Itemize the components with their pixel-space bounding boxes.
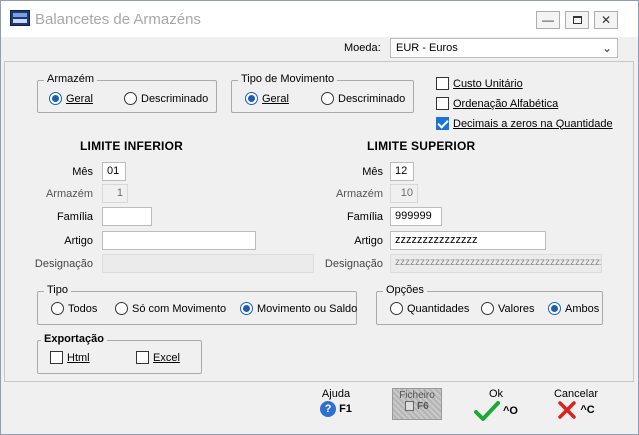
familia-superior-input[interactable]: 999999 (390, 207, 442, 226)
checkbox-empty-icon (436, 97, 449, 110)
maximize-icon (572, 16, 582, 24)
title-bar: Balancetes de Armazéns — ✕ (1, 1, 638, 37)
artigo-inferior-label: Artigo (64, 235, 93, 247)
opcoes-legend: Opções (383, 284, 427, 296)
tipo-movimento-geral-radio[interactable]: Geral (245, 92, 289, 105)
check-icon (474, 401, 500, 421)
designacao-superior-label: Designação (324, 258, 383, 270)
opcoes-valores-radio[interactable]: Valores (481, 302, 534, 315)
mes-superior-input[interactable]: 12 (390, 162, 414, 181)
radio-selected-icon (548, 302, 561, 315)
artigo-superior-label: Artigo (354, 235, 383, 247)
designacao-superior-input[interactable]: zzzzzzzzzzzzzzzzzzzzzzzzzzzzzzzzzzzzzzzz… (390, 254, 602, 273)
mes-superior-label: Mês (362, 166, 383, 178)
limite-inferior-heading: LIMITE INFERIOR (80, 139, 183, 153)
checkbox-empty-icon (136, 351, 149, 364)
opcoes-quantidades-radio[interactable]: Quantidades (390, 302, 469, 315)
ficheiro-button[interactable]: Ficheiro F6 (392, 388, 442, 420)
armazem-geral-radio[interactable]: Geral (49, 92, 93, 105)
help-icon: ? (320, 401, 337, 417)
exportacao-legend: Exportação (41, 333, 107, 345)
moeda-select[interactable]: EUR - Euros ⌄ (390, 38, 618, 58)
minimize-button[interactable]: — (536, 11, 560, 29)
close-icon: ✕ (600, 13, 612, 27)
ordenacao-alfabetica-checkbox[interactable]: Ordenação Alfabética (436, 97, 558, 110)
decimais-zeros-checkbox[interactable]: Decimais a zeros na Quantidade (436, 117, 613, 130)
armazem-inferior-label: Armazém (45, 188, 93, 200)
chevron-down-icon: ⌄ (601, 41, 612, 55)
radio-empty-icon (115, 302, 128, 315)
armazem-superior-label: Armazém (335, 188, 383, 200)
artigo-inferior-input[interactable] (102, 231, 256, 250)
familia-inferior-input[interactable] (102, 207, 152, 226)
custo-unitario-checkbox[interactable]: Custo Unitário (436, 77, 523, 90)
tipo-movimento-descriminado-radio[interactable]: Descriminado (321, 92, 405, 105)
minimize-icon: — (542, 13, 554, 27)
cross-icon (558, 401, 577, 419)
checkbox-checked-icon (436, 117, 449, 130)
ok-button[interactable]: Ok ^O (469, 388, 523, 421)
exportacao-excel-checkbox[interactable]: Excel (136, 351, 180, 364)
tipo-movimento-ou-saldo-radio[interactable]: Movimento ou Saldo (240, 302, 357, 315)
radio-selected-icon (240, 302, 253, 315)
tipo-movimento-legend: Tipo de Movimento (238, 73, 338, 85)
familia-inferior-label: Família (56, 211, 93, 223)
armazem-superior-input[interactable]: 10 (390, 184, 418, 203)
file-icon (405, 401, 415, 412)
opcoes-ambos-radio[interactable]: Ambos (548, 302, 599, 315)
dialog-window: Balancetes de Armazéns — ✕ Moeda: EUR - … (0, 0, 639, 435)
mes-inferior-input[interactable]: 01 (102, 162, 126, 181)
tipo-legend: Tipo (44, 284, 71, 296)
armazem-legend: Armazém (44, 73, 98, 85)
artigo-superior-input[interactable]: zzzzzzzzzzzzzzz (390, 231, 546, 250)
cancelar-button[interactable]: Cancelar ^C (548, 388, 604, 419)
moeda-label: Moeda: (344, 42, 381, 54)
moeda-value: EUR - Euros (396, 42, 458, 54)
maximize-button[interactable] (565, 11, 589, 29)
mes-inferior-label: Mês (72, 166, 93, 178)
limite-superior-heading: LIMITE SUPERIOR (367, 139, 476, 153)
armazem-descriminado-radio[interactable]: Descriminado (124, 92, 208, 105)
exportacao-html-checkbox[interactable]: Html (50, 351, 90, 364)
checkbox-empty-icon (436, 77, 449, 90)
radio-empty-icon (321, 92, 334, 105)
tipo-so-com-movimento-radio[interactable]: Só com Movimento (115, 302, 226, 315)
radio-selected-icon (49, 92, 62, 105)
radio-empty-icon (51, 302, 64, 315)
armazem-inferior-input[interactable]: 1 (102, 184, 128, 203)
tipo-todos-radio[interactable]: Todos (51, 302, 97, 315)
radio-empty-icon (481, 302, 494, 315)
familia-superior-label: Família (346, 211, 383, 223)
window-title: Balancetes de Armazéns (35, 11, 201, 28)
designacao-inferior-label: Designação (34, 258, 93, 270)
app-logo-icon (10, 10, 30, 26)
radio-empty-icon (124, 92, 137, 105)
designacao-inferior-input[interactable] (102, 254, 314, 273)
ajuda-button[interactable]: Ajuda ? F1 (313, 388, 359, 417)
close-button[interactable]: ✕ (594, 11, 618, 29)
radio-empty-icon (390, 302, 403, 315)
radio-selected-icon (245, 92, 258, 105)
checkbox-empty-icon (50, 351, 63, 364)
